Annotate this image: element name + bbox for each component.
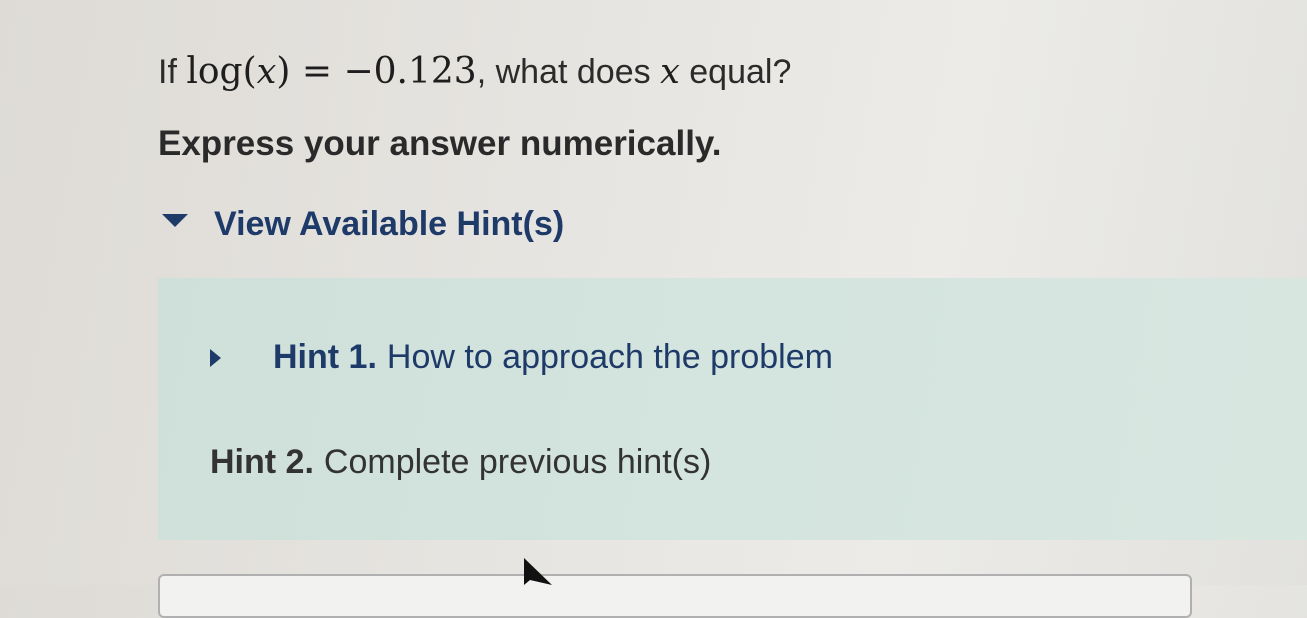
math-open-paren: ( [242,51,257,92]
math-func: log [186,51,243,92]
instruction-text: Express your answer numerically. [158,124,722,163]
caret-right-icon [210,348,221,367]
math-variable-2: x [660,52,680,92]
hint-2-title: Complete previous hint(s) [323,443,712,481]
hint-2-number: Hint 2. [210,443,314,481]
question-prefix: If [158,53,177,91]
hint-1-number: Hint 1. [273,338,377,376]
hint-1-title: How to approach the problem [386,338,833,376]
hints-panel: Hint 1. How to approach the problem Hint… [158,278,1307,540]
math-variable: x [256,52,277,92]
mouse-pointer-icon [524,558,552,585]
question-middle: , what does [476,53,651,91]
answer-input[interactable] [158,574,1192,618]
view-hints-label: View Available Hint(s) [214,205,565,243]
hint-2-item: Hint 2. Complete previous hint(s) [210,443,711,482]
caret-down-icon [162,214,188,227]
view-hints-toggle[interactable]: View Available Hint(s) [162,205,564,244]
question-suffix: equal? [689,53,792,91]
question-text: If log(x) = −0.123, what does x equal? [158,48,791,96]
math-equation-value: = −0.123 [290,51,477,92]
math-close-paren: ) [276,51,291,92]
hint-1-toggle[interactable]: Hint 1. How to approach the problem [210,338,833,377]
